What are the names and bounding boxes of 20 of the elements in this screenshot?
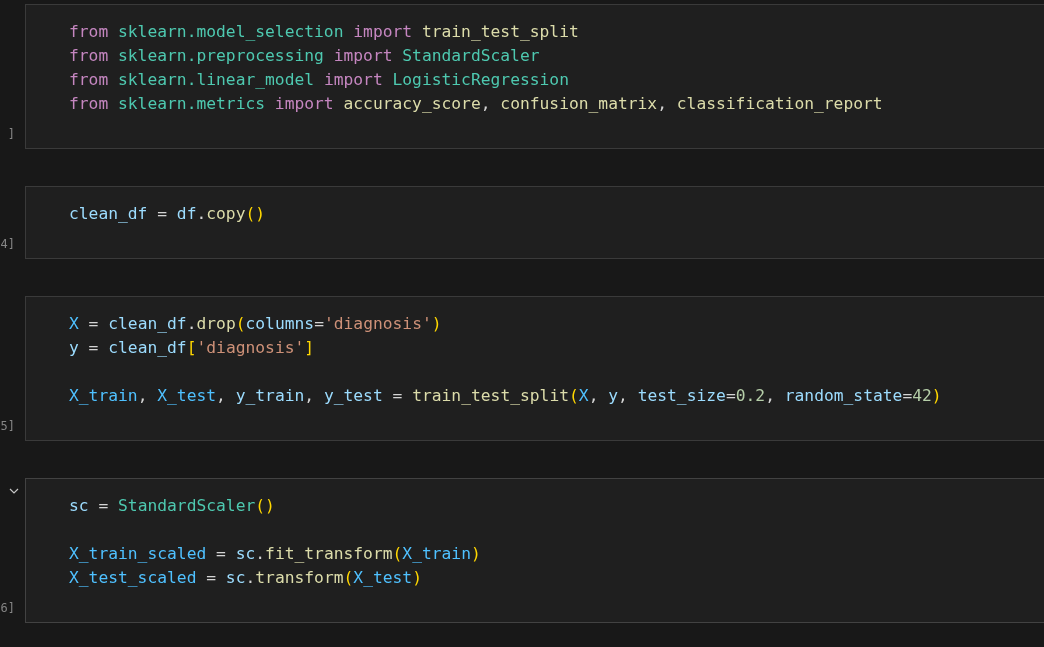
code-line: X_train, X_test, y_train, y_test = train_test_split(X, y, test_size=0.2, random_state=42) bbox=[69, 386, 942, 405]
code-cell[interactable] bbox=[25, 4, 1044, 149]
code-line: X = clean_df.drop(columns='diagnosis') bbox=[69, 314, 442, 333]
code-line: clean_df = df.copy() bbox=[69, 204, 266, 223]
code-line: from sklearn.preprocessing import StandardScaler bbox=[69, 46, 540, 65]
code-line: from sklearn.model_selection import train_test_split bbox=[69, 22, 579, 41]
code-cell[interactable]: X = clean_df.drop(columns='diagnosis') y = clean_df['diagnosis'] X_train, X_test, y_train, y_test = train_test_split(X, y, test_size=0.2, random_state=42) bbox=[25, 296, 1044, 441]
execution-count: 5] bbox=[0, 418, 15, 435]
code-cell[interactable]: sc = StandardScaler() X_train_scaled = sc.fit_transform(X_train) X_test_scaled = sc.transform(X_test) bbox=[25, 478, 1044, 623]
execution-count: ] bbox=[7, 126, 15, 143]
code-line: X_test_scaled = sc.transform(X_test) bbox=[69, 568, 422, 587]
chevron-down-icon[interactable] bbox=[9, 488, 19, 494]
code-line: y = clean_df['diagnosis'] bbox=[69, 338, 315, 357]
code-line: X_train_scaled = sc.fit_transform(X_train) bbox=[69, 544, 481, 563]
code-line: from sklearn.linear_model import LogisticRegression bbox=[69, 70, 569, 89]
code-line: sc = StandardScaler() bbox=[69, 496, 275, 515]
execution-count: 6] bbox=[0, 600, 15, 617]
code-cell[interactable]: clean_df = df.copy() bbox=[25, 186, 1044, 259]
execution-count: 4] bbox=[0, 236, 15, 253]
code-line: from sklearn.metrics import accuracy_score, confusion_matrix, classification_report bbox=[69, 94, 883, 113]
